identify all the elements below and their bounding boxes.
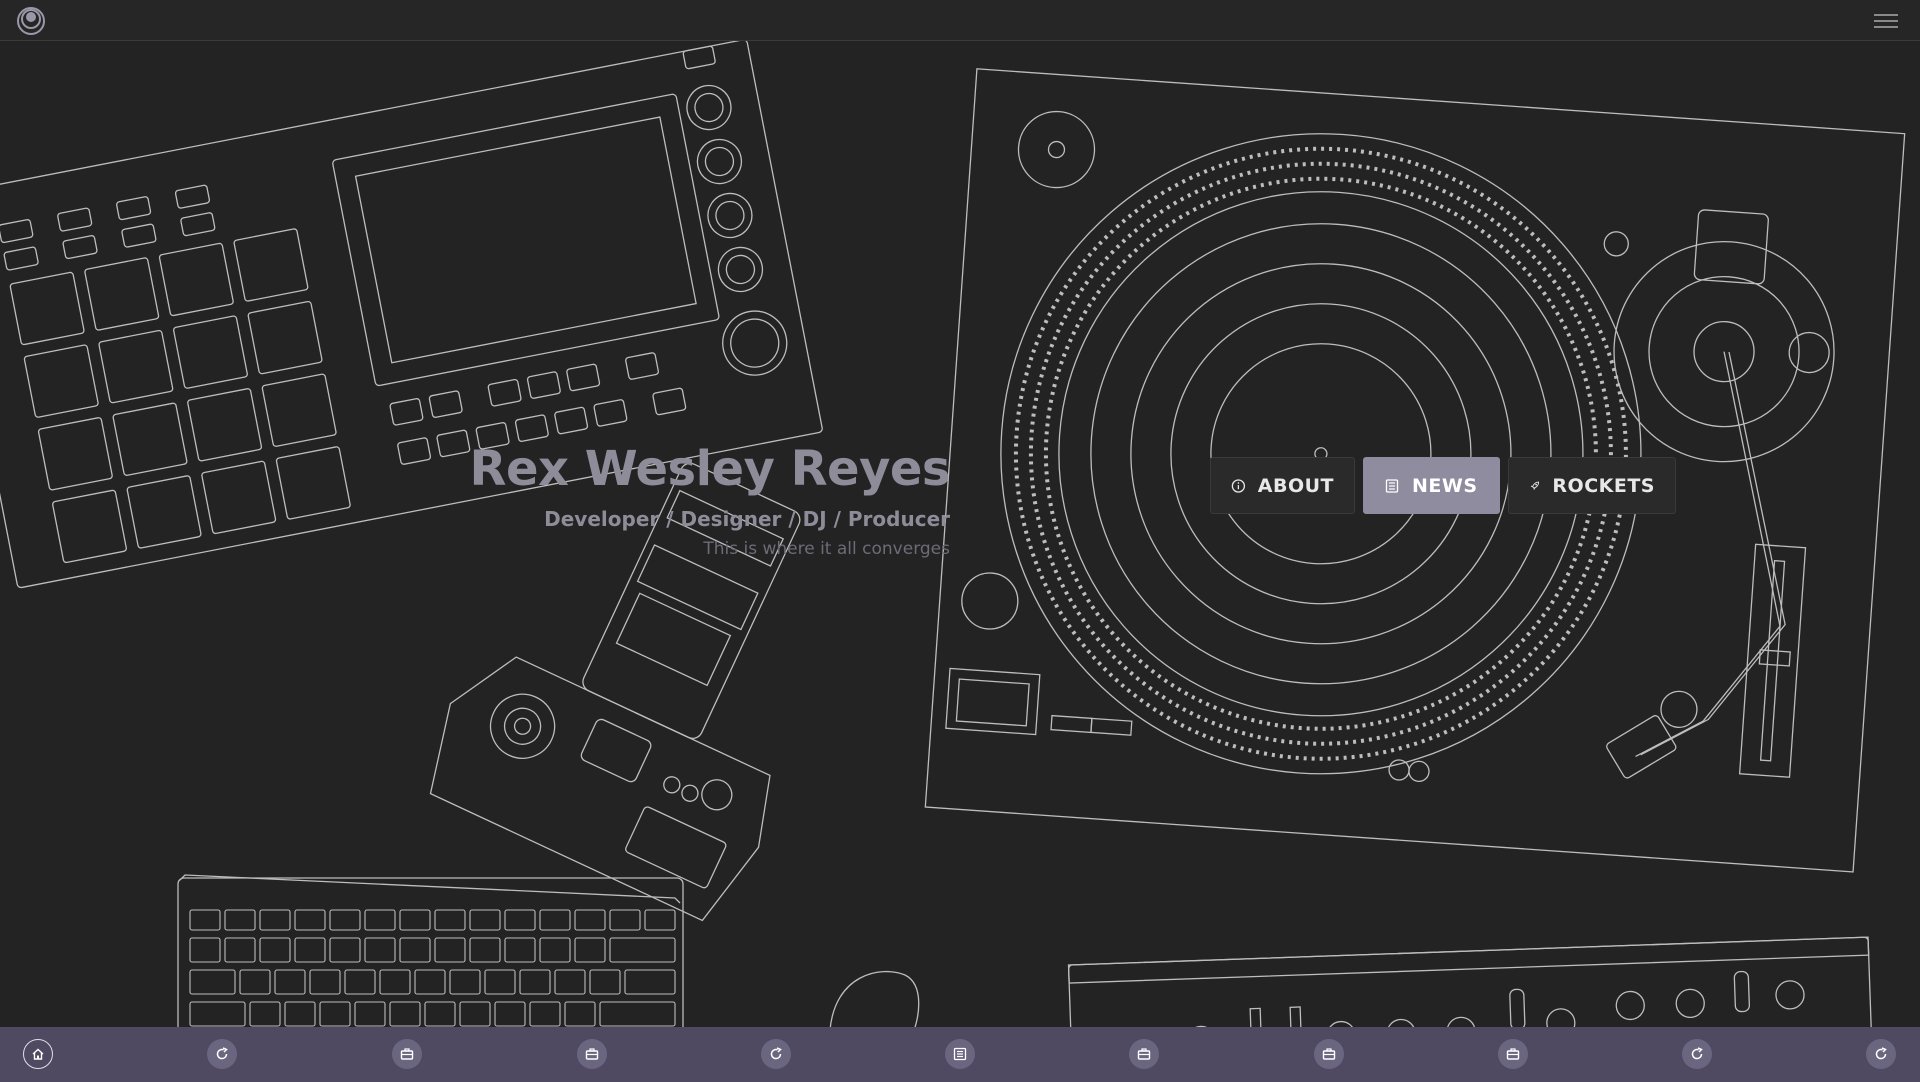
dock-item-3[interactable] [390, 1037, 424, 1071]
news-button-label: NEWS [1412, 474, 1478, 497]
menu-line [1874, 26, 1898, 28]
dock-home[interactable] [21, 1037, 55, 1071]
rockets-button[interactable]: ROCKETS [1508, 457, 1676, 514]
page: Rex Wesley Reyes Developer / Designer / … [0, 0, 1920, 1082]
logo-icon[interactable] [16, 6, 46, 36]
news-button[interactable]: NEWS [1363, 457, 1500, 514]
briefcase-icon [1506, 1048, 1520, 1060]
dock-item-4[interactable] [575, 1037, 609, 1071]
newspaper-icon [953, 1047, 967, 1061]
refresh-icon [1875, 1047, 1887, 1060]
dock-item-circle [1129, 1039, 1159, 1069]
dock-item-8[interactable] [1312, 1037, 1346, 1071]
briefcase-icon [1322, 1048, 1336, 1060]
refresh-icon [1691, 1047, 1703, 1060]
top-bar [0, 0, 1920, 41]
dock-item-9[interactable] [1496, 1037, 1530, 1071]
dock-item-2[interactable] [205, 1037, 239, 1071]
dock-item-6[interactable] [943, 1037, 977, 1071]
rocket-icon [1530, 481, 1540, 490]
dock-item-circle [1682, 1039, 1712, 1069]
refresh-icon [770, 1047, 782, 1060]
info-icon [1231, 478, 1246, 493]
menu-line [1874, 20, 1898, 22]
dock-item-circle [207, 1039, 237, 1069]
briefcase-icon [400, 1048, 414, 1060]
dock-item-circle [1498, 1039, 1528, 1069]
dock-item-10[interactable] [1680, 1037, 1714, 1071]
dock-home-circle [23, 1039, 53, 1069]
dock-item-5[interactable] [759, 1037, 793, 1071]
background-line-art [0, 39, 1906, 1082]
about-button-label: ABOUT [1257, 474, 1334, 497]
hero: Rex Wesley Reyes Developer / Designer / … [430, 440, 951, 560]
newspaper-icon [1385, 478, 1399, 493]
briefcase-icon [585, 1048, 599, 1060]
hamburger-menu-icon[interactable] [1874, 10, 1898, 30]
dock-item-circle [392, 1039, 422, 1069]
dock-item-circle [761, 1039, 791, 1069]
briefcase-icon [1137, 1048, 1151, 1060]
nav-buttons: ABOUT NEWS ROCKETS [1210, 457, 1676, 514]
menu-line [1874, 14, 1898, 16]
dock-item-7[interactable] [1127, 1037, 1161, 1071]
dock-item-11[interactable] [1864, 1037, 1898, 1071]
dock-item-circle [1314, 1039, 1344, 1069]
dock-item-circle [945, 1039, 975, 1069]
bottom-dock [0, 1027, 1920, 1082]
hero-roles: Developer / Designer / DJ / Producer [544, 507, 950, 531]
dock-item-circle [1866, 1039, 1896, 1069]
about-button[interactable]: ABOUT [1210, 457, 1355, 514]
refresh-icon [216, 1047, 228, 1060]
home-icon [32, 1048, 44, 1060]
hero-name: Rex Wesley Reyes [469, 441, 951, 497]
rockets-button-label: ROCKETS [1552, 474, 1655, 497]
hero-tagline: This is where it all converges [703, 539, 950, 559]
dock-item-circle [577, 1039, 607, 1069]
